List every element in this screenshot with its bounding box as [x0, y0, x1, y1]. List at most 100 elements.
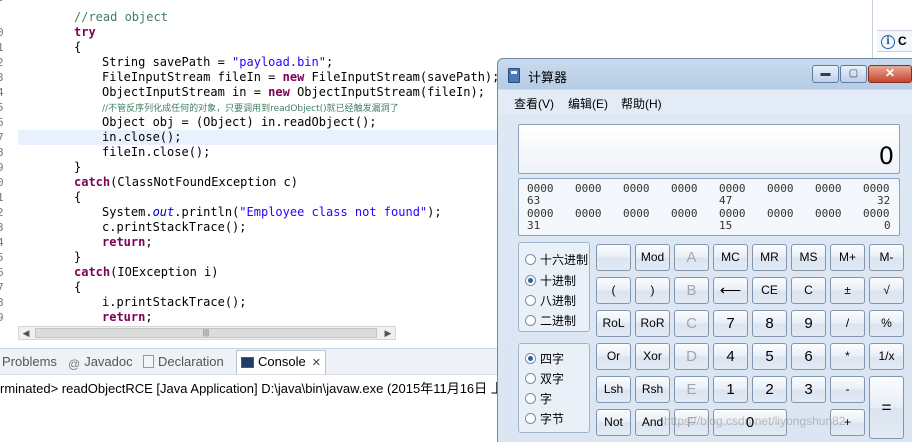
or-key[interactable]: Or: [596, 343, 631, 370]
code-line: {: [74, 280, 81, 295]
menu-view[interactable]: 查看(V): [514, 95, 554, 112]
rsh-key[interactable]: Rsh: [635, 376, 670, 403]
tab-javadoc[interactable]: @ Javadoc: [68, 353, 133, 373]
mc-key[interactable]: MC: [713, 244, 748, 271]
digit-2-key[interactable]: 2: [752, 376, 787, 403]
negate-key[interactable]: ±: [830, 277, 865, 304]
menu-help[interactable]: 帮助(H): [621, 95, 662, 112]
tab-problems[interactable]: Problems: [2, 353, 57, 373]
radio-dot-selected[interactable]: [525, 275, 536, 286]
digit-9-key[interactable]: 9: [791, 310, 826, 337]
digit-4-key[interactable]: 4: [713, 343, 748, 370]
radio-dword[interactable]: 双字: [525, 370, 564, 388]
code-text-span: ;: [145, 235, 153, 249]
calculator-titlebar[interactable]: 计算器 ▬ ▢ ✕: [498, 59, 912, 89]
at-icon: @: [68, 357, 81, 371]
xor-key[interactable]: Xor: [635, 343, 670, 370]
percent-key[interactable]: %: [869, 310, 904, 337]
bit-group[interactable]: 0000: [671, 207, 698, 220]
tab-declaration[interactable]: Declaration: [143, 353, 224, 373]
bit-group[interactable]: 0000: [767, 207, 794, 220]
subtract-key[interactable]: -: [830, 376, 865, 403]
radio-byte[interactable]: 字节: [525, 410, 564, 428]
rol-key[interactable]: RoL: [596, 310, 631, 337]
calculator-app-icon: [508, 68, 520, 83]
mr-key[interactable]: MR: [752, 244, 787, 271]
bit-group[interactable]: 0000: [575, 207, 602, 220]
lsh-key[interactable]: Lsh: [596, 376, 631, 403]
code-text-span: FileInputStream fileIn =: [102, 70, 283, 84]
minimize-button[interactable]: ▬: [812, 65, 839, 83]
digit-3-key[interactable]: 3: [791, 376, 826, 403]
bit-group[interactable]: 0000: [623, 182, 650, 195]
code-text[interactable]: //read object try { String savePath = "p…: [0, 0, 500, 326]
close-paren-key[interactable]: ): [635, 277, 670, 304]
scroll-thumb[interactable]: |||: [35, 328, 377, 338]
bit-group[interactable]: 0000: [575, 182, 602, 195]
digit-6-key[interactable]: 6: [791, 343, 826, 370]
outline-pane-header[interactable]: i C: [877, 30, 912, 52]
radio-word[interactable]: 字: [525, 390, 552, 408]
m-plus-key[interactable]: M+: [830, 244, 865, 271]
radio-label: 二进制: [540, 314, 577, 328]
equals-key[interactable]: =: [869, 376, 904, 439]
menu-bar: 查看(V) 编辑(E) 帮助(H): [498, 90, 912, 114]
radio-dot[interactable]: [525, 373, 536, 384]
hex-b-key[interactable]: B: [674, 277, 709, 304]
sqrt-key[interactable]: √: [869, 277, 904, 304]
open-paren-key[interactable]: (: [596, 277, 631, 304]
radio-dec[interactable]: 十进制: [525, 272, 576, 290]
bit-group[interactable]: 0000: [815, 182, 842, 195]
multiply-key[interactable]: *: [830, 343, 865, 370]
hex-c-key[interactable]: C: [674, 310, 709, 337]
radio-bin[interactable]: 二进制: [525, 312, 576, 330]
digit-7-key[interactable]: 7: [713, 310, 748, 337]
divide-key[interactable]: /: [830, 310, 865, 337]
close-icon[interactable]: ✕: [312, 357, 321, 369]
horizontal-scrollbar[interactable]: ◀ ||| ▶: [18, 326, 396, 340]
menu-edit[interactable]: 编辑(E): [568, 95, 608, 112]
declaration-icon: [143, 355, 154, 368]
calculator-window[interactable]: 计算器 ▬ ▢ ✕ 查看(V) 编辑(E) 帮助(H) 0 0000 0000 …: [497, 58, 912, 442]
not-key[interactable]: Not: [596, 409, 631, 436]
mod-key[interactable]: Mod: [635, 244, 670, 271]
radio-dot[interactable]: [525, 315, 536, 326]
console-output[interactable]: [0, 396, 500, 442]
maximize-button[interactable]: ▢: [840, 65, 867, 83]
bit-group[interactable]: 0000: [671, 182, 698, 195]
hex-d-key[interactable]: D: [674, 343, 709, 370]
bit-group[interactable]: 0000: [767, 182, 794, 195]
scroll-left-icon[interactable]: ◀: [19, 327, 33, 339]
radio-dot-selected[interactable]: [525, 353, 536, 364]
reciprocal-key[interactable]: 1/x: [869, 343, 904, 370]
digit-8-key[interactable]: 8: [752, 310, 787, 337]
ms-key[interactable]: MS: [791, 244, 826, 271]
display-value: 0: [878, 142, 894, 170]
clear-key[interactable]: C: [791, 277, 826, 304]
code-brace: }: [74, 160, 82, 174]
radio-dot[interactable]: [525, 413, 536, 424]
bit-group[interactable]: 0000: [815, 207, 842, 220]
scroll-right-icon[interactable]: ▶: [381, 327, 395, 339]
backspace-key[interactable]: ⟵: [713, 277, 748, 304]
radio-dot[interactable]: [525, 254, 536, 265]
code-line: return;: [102, 235, 153, 250]
bit-group[interactable]: 0000: [623, 207, 650, 220]
ce-key[interactable]: CE: [752, 277, 787, 304]
code-comment: //read object: [74, 10, 168, 24]
m-minus-key[interactable]: M-: [869, 244, 904, 271]
hex-a-key[interactable]: A: [674, 244, 709, 271]
watermark: https://blog.csdn.net/liyongshun82: [664, 414, 846, 428]
radio-hex[interactable]: 十六进制: [525, 251, 588, 269]
radio-dot[interactable]: [525, 295, 536, 306]
bit-index: 15: [719, 219, 733, 232]
tab-console[interactable]: Console ✕: [236, 350, 326, 374]
ror-key[interactable]: RoR: [635, 310, 670, 337]
radio-dot[interactable]: [525, 393, 536, 404]
radio-oct[interactable]: 八进制: [525, 292, 576, 310]
digit-1-key[interactable]: 1: [713, 376, 748, 403]
close-button[interactable]: ✕: [868, 65, 912, 83]
radio-qword[interactable]: 四字: [525, 350, 564, 368]
digit-5-key[interactable]: 5: [752, 343, 787, 370]
hex-e-key[interactable]: E: [674, 376, 709, 403]
